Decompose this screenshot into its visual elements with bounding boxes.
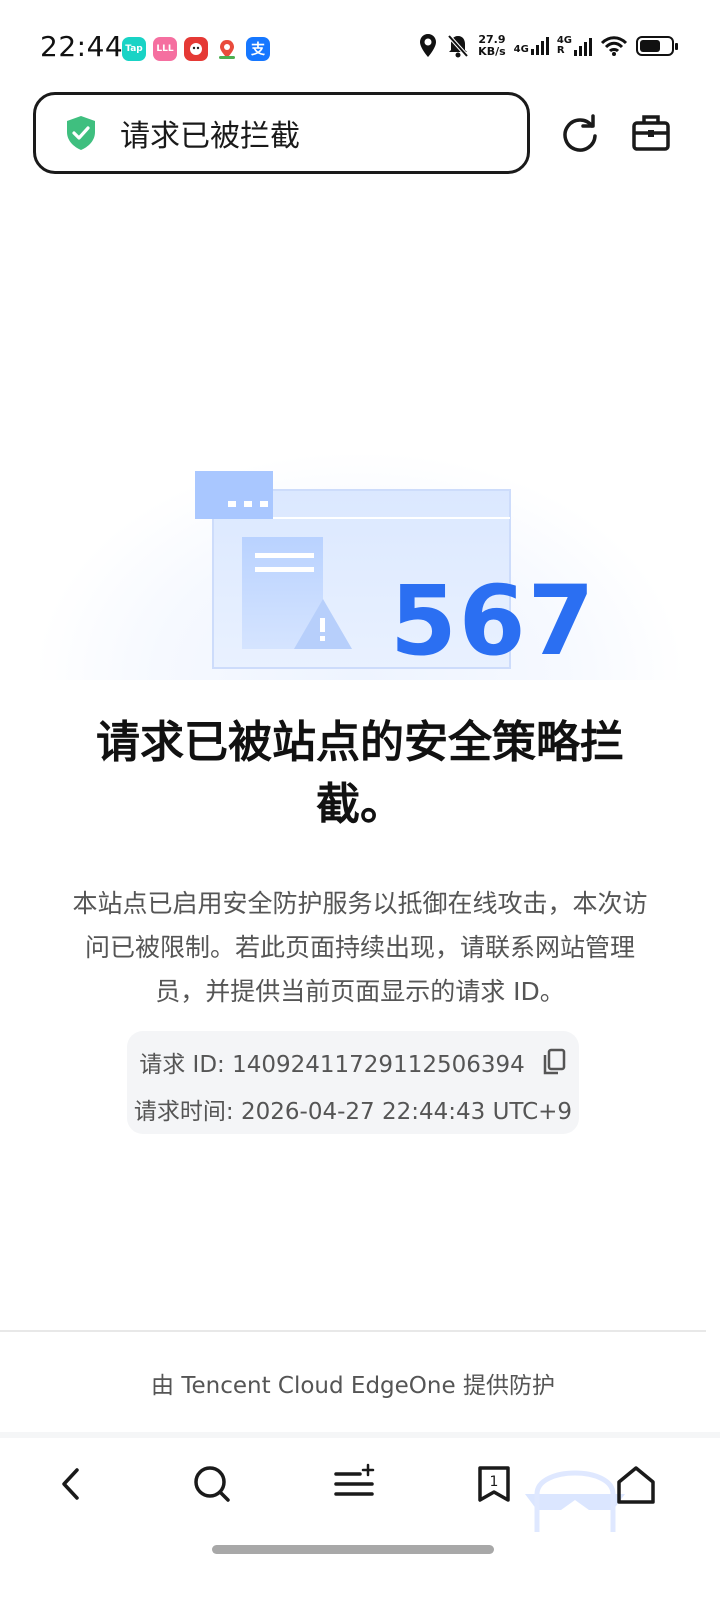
error-illustration: 567 <box>40 455 680 680</box>
search-icon[interactable] <box>188 1460 236 1508</box>
lofter-icon: LLL <box>153 37 177 61</box>
home-indicator[interactable] <box>212 1545 494 1554</box>
back-icon[interactable] <box>47 1460 95 1508</box>
signal-sim2: 4G R <box>557 36 592 56</box>
menu-icon[interactable] <box>330 1460 378 1508</box>
taptap-icon: Tap <box>122 37 146 61</box>
mute-bell-icon <box>447 34 469 58</box>
location-icon <box>420 34 437 57</box>
shield-check-icon <box>67 116 95 150</box>
request-id-row: 请求 ID: 14092411729112506394 <box>127 1045 579 1079</box>
wifi-icon <box>600 36 628 56</box>
floating-helper-icon[interactable] <box>525 1456 625 1536</box>
request-time-text: 请求时间: 2026-04-27 22:44:43 UTC+9 <box>133 1099 573 1125</box>
error-description: 本站点已启用安全防护服务以抵御在线攻击，本次访问已被限制。若此页面持续出现，请联… <box>72 889 648 1006</box>
status-time: 22:44 <box>40 30 124 63</box>
status-bar: 22:44 Tap LLL 支 27.9 KB/s 4G 4G R <box>0 0 720 90</box>
svg-text:1: 1 <box>490 1474 499 1490</box>
battery-icon <box>636 36 678 56</box>
signal-sim1: 4G <box>514 37 549 55</box>
mascot-app-icon <box>184 37 208 61</box>
network-type-1: 4G <box>513 44 529 55</box>
bottom-navigation: 1 <box>0 1438 720 1548</box>
request-id-text: 请求 ID: 14092411729112506394 <box>139 1052 525 1078</box>
signal-bars-icon <box>530 37 549 55</box>
status-indicators: 27.9 KB/s 4G 4G R <box>418 33 678 59</box>
network-speed-unit: KB/s <box>478 45 506 58</box>
copy-icon[interactable] <box>541 1048 567 1076</box>
notification-app-icons: Tap LLL 支 <box>122 37 270 61</box>
reload-icon[interactable] <box>559 112 601 154</box>
error-title: 请求已被站点的安全策略拦截。 <box>96 717 624 830</box>
address-text: 请求已被拦截 <box>120 119 300 154</box>
home-icon[interactable] <box>612 1460 660 1508</box>
request-info-box: 请求 ID: 14092411729112506394 请求时间: 2026-0… <box>127 1031 579 1134</box>
roaming-indicator: R <box>556 45 565 56</box>
footer-divider <box>0 1330 706 1332</box>
error-code: 567 <box>390 565 597 677</box>
map-pin-app-icon <box>215 37 239 61</box>
tabs-icon[interactable]: 1 <box>470 1460 518 1508</box>
address-bar[interactable]: 请求已被拦截 <box>33 92 530 174</box>
network-speed: 27.9 KB/s <box>478 34 505 58</box>
toolbox-icon[interactable] <box>630 112 672 154</box>
alipay-icon: 支 <box>246 37 270 61</box>
protection-footer: 由 Tencent Cloud EdgeOne 提供防护 <box>151 1373 555 1399</box>
signal-bars-icon <box>574 38 592 56</box>
